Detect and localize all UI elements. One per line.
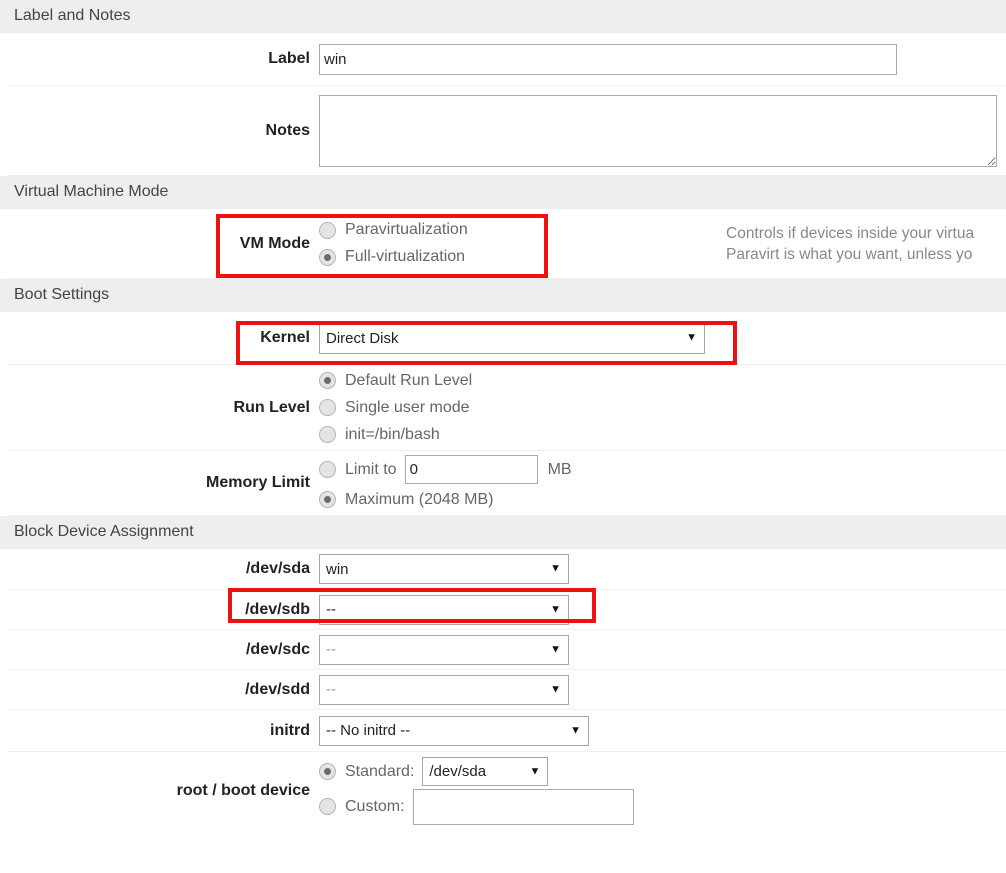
memory-limit-option-limit-to[interactable]: Limit to MB [319,453,572,486]
run-level-option-default[interactable]: Default Run Level [319,367,472,394]
vm-mode-help-line-1: Controls if devices inside your virtua [726,224,975,242]
row-vm-mode: VM Mode Paravirtualization Full-virtuali… [8,209,1006,279]
row-block-device-sdb: /dev/sdb -- ▼ [8,590,1006,630]
run-level-option-label: Default Run Level [345,371,473,389]
root-boot-option-standard[interactable]: Standard: /dev/sda ▼ [319,756,634,788]
memory-limit-unit: MB [547,460,572,478]
block-device-select-value: -- [326,681,336,698]
root-boot-custom-input[interactable] [412,788,634,825]
run-level-option-label: init=/bin/bash [345,425,440,443]
chevron-down-icon: ▼ [529,765,541,777]
vm-mode-label: VM Mode [239,234,310,252]
run-level-label: Run Level [233,398,310,416]
radio-default-run-level[interactable] [319,372,336,389]
kernel-field-wrap: Direct Disk ▼ [319,322,1006,354]
block-device-select-sdb[interactable]: -- ▼ [319,594,569,625]
block-device-label: /dev/sda [245,560,310,577]
row-root-boot-device: root / boot device Standard: /dev/sda ▼ … [8,752,1006,829]
section-header-virtual-machine-mode: Virtual Machine Mode [0,176,1006,209]
row-memory-limit: Memory Limit Limit to MB Maximum (2048 M… [8,451,1006,516]
radio-single-user-mode[interactable] [319,399,336,416]
run-level-option-init-bin-bash[interactable]: init=/bin/bash [319,421,472,448]
block-device-select-value: win [326,560,349,578]
block-device-field-wrap: -- ▼ [319,634,1006,665]
block-device-field-wrap: -- ▼ [319,594,1006,625]
notes-textarea[interactable] [319,94,997,167]
row-run-level: Run Level Default Run Level Single user … [8,365,1006,451]
radio-root-boot-standard[interactable] [319,763,336,780]
vm-mode-option-full-virtualization[interactable]: Full-virtualization [319,244,468,271]
kernel-select[interactable]: Direct Disk ▼ [319,322,705,354]
radio-paravirtualization[interactable] [319,221,336,239]
section-header-block-device-assignment: Block Device Assignment [0,516,1006,549]
label-field-label: Label [268,50,310,67]
vm-mode-option-label: Full-virtualization [345,248,466,265]
run-level-option-single-user[interactable]: Single user mode [319,394,472,421]
root-boot-device-options: Standard: /dev/sda ▼ Custom: [319,756,1006,826]
row-label: Label [8,33,1006,86]
root-boot-option-custom[interactable]: Custom: [319,788,634,826]
label-input[interactable] [319,43,897,75]
memory-limit-to-label: Limit to [345,460,397,478]
block-device-select-value: -- [326,601,336,618]
memory-limit-label: Memory Limit [205,474,310,491]
initrd-select-value: -- No initrd -- [326,722,411,739]
chevron-down-icon: ▼ [570,724,581,736]
kernel-select-value: Direct Disk [326,329,399,347]
block-device-field-wrap: win ▼ [319,554,1006,584]
root-boot-standard-value: /dev/sda [429,763,487,780]
initrd-select[interactable]: -- No initrd -- ▼ [319,715,589,746]
radio-root-boot-custom[interactable] [319,798,336,815]
radio-memory-limit-to[interactable] [319,461,336,478]
root-boot-device-label: root / boot device [176,781,310,799]
row-block-device-sdd: /dev/sdd -- ▼ [8,670,1006,710]
vm-mode-help-text: Controls if devices inside your virtua P… [726,223,1006,265]
memory-limit-input[interactable] [404,455,538,484]
initrd-label: initrd [270,721,310,739]
row-block-device-sda: /dev/sda win ▼ [8,549,1006,590]
run-level-options: Default Run Level Single user mode init=… [319,367,1006,448]
chevron-down-icon: ▼ [550,643,561,655]
section-header-label-and-notes: Label and Notes [0,0,1006,33]
label-field-wrap [319,43,1006,75]
radio-memory-maximum[interactable] [319,491,336,508]
vm-mode-help-line-2: Paravirt is what you want, unless yo [726,245,973,263]
run-level-option-label: Single user mode [345,398,470,416]
initrd-field-wrap: -- No initrd -- ▼ [319,715,1006,746]
chevron-down-icon: ▼ [686,331,697,344]
block-device-select-sdd[interactable]: -- ▼ [319,674,569,705]
block-device-select-value: -- [326,641,336,658]
notes-field-wrap [319,94,1006,167]
root-boot-custom-label: Custom: [345,797,405,815]
row-initrd: initrd -- No initrd -- ▼ [8,710,1006,752]
kernel-label: Kernel [260,329,310,346]
chevron-down-icon: ▼ [550,603,561,615]
vm-mode-option-paravirtualization[interactable]: Paravirtualization [319,217,468,244]
root-boot-standard-label: Standard: [345,762,415,780]
block-device-field-wrap: -- ▼ [319,674,1006,705]
vm-mode-option-label: Paravirtualization [345,221,468,238]
radio-init-bin-bash[interactable] [319,426,336,443]
notes-field-label: Notes [265,121,310,139]
root-boot-standard-select[interactable]: /dev/sda ▼ [422,757,549,786]
chevron-down-icon: ▼ [550,562,561,575]
block-device-label: /dev/sdb [245,600,310,618]
vm-settings-form: Label and Notes Label Notes Virtual Mach… [0,0,1006,829]
memory-limit-options: Limit to MB Maximum (2048 MB) [319,453,1006,513]
radio-full-virtualization[interactable] [319,248,336,266]
memory-limit-maximum-label: Maximum (2048 MB) [345,490,494,508]
block-device-select-sdc[interactable]: -- ▼ [319,634,569,665]
memory-limit-option-maximum[interactable]: Maximum (2048 MB) [319,486,572,513]
block-device-label: /dev/sdd [245,680,310,698]
section-header-boot-settings: Boot Settings [0,279,1006,312]
row-kernel: Kernel Direct Disk ▼ [8,312,1006,365]
block-device-label: /dev/sdc [245,640,310,658]
block-device-select-sda[interactable]: win ▼ [319,554,569,584]
row-block-device-sdc: /dev/sdc -- ▼ [8,630,1006,670]
row-notes: Notes [8,86,1006,176]
chevron-down-icon: ▼ [550,683,561,695]
